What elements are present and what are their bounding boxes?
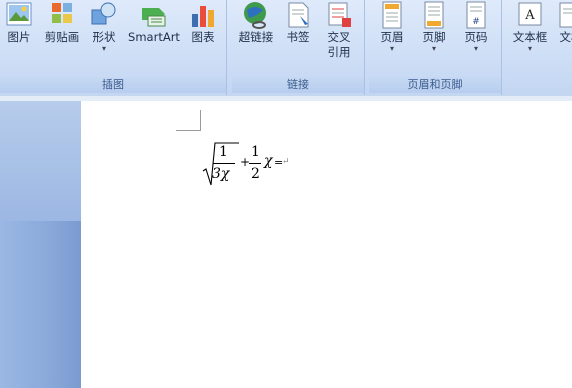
fraction1-denominator: 3χ [212,166,230,182]
clipart-label: 剪贴画 [44,30,80,44]
textbox-dropdown-icon: ▾ [527,44,532,53]
picture-button[interactable]: 图片 [2,0,36,45]
illustrations-group: 图片 剪贴画 形状 ▾ SmartArt 图表 插图 [0,0,227,95]
textbox-label: 文本框 [512,30,548,44]
bookmark-icon [288,2,309,28]
fraction1-bar [213,163,235,164]
footer-button[interactable]: 页脚 ▾ [417,0,451,53]
links-group: 超链接 书签 交叉 引用 链接 [232,0,365,95]
document-page[interactable] [81,101,572,388]
header-dropdown-icon: ▾ [389,44,394,53]
page-number-button[interactable]: # 页码 ▾ [459,0,493,53]
page-number-dropdown-icon: ▾ [473,44,478,53]
header-button[interactable]: 页眉 ▾ [375,0,409,53]
chart-icon [192,6,214,27]
footer-label: 页脚 [422,30,446,44]
header-footer-group-label: 页眉和页脚 [369,77,501,93]
page-number-icon: # [466,1,486,29]
picture-icon [6,2,32,26]
variable-chi: χ [264,153,273,169]
links-group-label: 链接 [232,77,364,93]
bookmark-label: 书签 [286,30,310,44]
margin-gradient [0,101,81,221]
header-icon [382,1,402,29]
clipart-button[interactable]: 剪贴画 [42,0,82,45]
shapes-button[interactable]: 形状 ▾ [88,0,120,53]
paragraph-mark-icon: ↵ [282,157,290,167]
fraction1-numerator: 1 [219,144,228,160]
page-number-label: 页码 [464,30,488,44]
fraction2-bar [249,163,261,164]
shapes-label: 形状 [92,30,116,44]
hyperlink-icon [244,2,266,29]
chart-button[interactable]: 图表 [186,0,220,45]
textbox-icon: A [518,2,542,26]
header-label: 页眉 [380,30,404,44]
document-parts-icon [559,2,572,28]
smartart-icon [142,8,166,27]
svg-text:A: A [524,8,535,23]
fraction2-denominator: 2 [251,166,260,182]
document-left-margin [0,101,81,388]
hyperlink-label: 超链接 [238,30,274,44]
text-group: A 文本框 ▾ 文档 [506,0,572,95]
cross-reference-label-2: 引用 [327,45,351,59]
clipart-icon [52,3,72,23]
footer-dropdown-icon: ▾ [431,44,436,53]
document-parts-label: 文档 [559,30,572,44]
smartart-label: SmartArt [128,30,180,44]
cross-reference-button[interactable]: 交叉 引用 [322,0,356,60]
margin-corner-mark [176,110,201,131]
cross-reference-label: 交叉 [327,30,351,44]
cross-reference-icon [328,2,351,27]
hyperlink-button[interactable]: 超链接 [236,0,276,45]
header-footer-group: 页眉 ▾ 页脚 ▾ # 页码 ▾ 页眉和页脚 [369,0,502,95]
shapes-icon [91,2,116,25]
textbox-button[interactable]: A 文本框 ▾ [510,0,550,53]
illustrations-group-label: 插图 [0,77,226,93]
ribbon: 图片 剪贴画 形状 ▾ SmartArt 图表 插图 超链接 书签 交叉 引用 … [0,0,572,95]
picture-label: 图片 [7,30,31,44]
plus-sign: + [240,155,251,169]
bookmark-button[interactable]: 书签 [282,0,314,45]
fraction2-numerator: 1 [251,144,260,160]
shapes-dropdown-icon: ▾ [101,44,106,53]
document-parts-button[interactable]: 文档 [554,0,572,45]
smartart-button[interactable]: SmartArt [126,0,182,45]
footer-icon [424,1,444,29]
svg-text:#: # [472,17,480,27]
chart-label: 图表 [191,30,215,44]
